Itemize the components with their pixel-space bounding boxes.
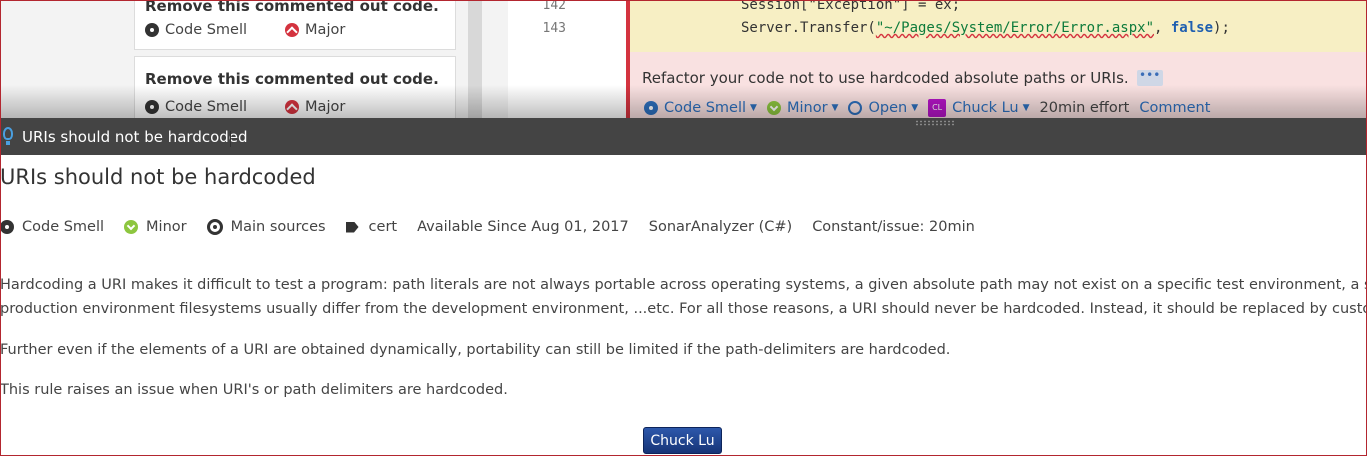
type-dropdown[interactable]: Code Smell ▼ (644, 100, 757, 116)
issue-severity: Major (305, 99, 346, 115)
rule-title: URIs should not be hardcoded (0, 165, 316, 189)
inline-issue-message[interactable]: Refactor your code not to use hardcoded … (642, 69, 1129, 87)
rule-repository: SonarAnalyzer (C#) (648, 219, 793, 235)
major-severity-icon (285, 23, 300, 37)
rule-panel-header: URIs should not be hardcoded (0, 118, 1367, 155)
issue-type: Code Smell (165, 99, 248, 115)
rule-tag: cert (345, 219, 398, 235)
status-dropdown[interactable]: Open ▼ (848, 100, 918, 116)
resize-handle[interactable] (915, 120, 955, 126)
issues-list: Remove this commented out code. Code Sme… (0, 0, 468, 118)
inline-issue: Refactor your code not to use hardcoded … (626, 52, 1367, 118)
type-label: Code Smell (664, 100, 747, 116)
code-viewer: 142 143 Session["Exception"] = ex; Serve… (508, 0, 1367, 118)
caret-down-icon: ▼ (1022, 103, 1030, 113)
inline-issue-message-row: Refactor your code not to use hardcoded … (642, 69, 1163, 87)
code-smell-icon (145, 23, 159, 37)
rule-scope-label: Main sources (230, 219, 326, 235)
rule-severity-label: Minor (146, 219, 187, 235)
comment-link[interactable]: Comment (1139, 100, 1210, 116)
assignee-dropdown[interactable]: CL Chuck Lu ▼ (928, 99, 1030, 117)
minor-severity-icon (766, 101, 781, 115)
issue-type: Code Smell (165, 22, 248, 38)
major-severity-icon (285, 100, 300, 114)
rule-type: Code Smell (0, 219, 104, 235)
issue-message: Remove this commented out code. (145, 0, 439, 15)
text-cursor-icon (230, 131, 233, 147)
rule-description-paragraph: This rule raises an issue when URI's or … (0, 382, 508, 398)
more-button[interactable]: ••• (1136, 69, 1163, 86)
code-token: Server.Transfer( (741, 20, 876, 36)
open-status-icon (848, 101, 863, 115)
target-icon (206, 219, 223, 235)
code-string: "~/Pages/System/Error/Error.aspx" (875, 20, 1155, 36)
issue-meta: Code Smell Major (145, 99, 345, 115)
severity-label: Minor (786, 100, 828, 116)
inline-issue-actions: Code Smell ▼ Minor ▼ Open ▼ CL Chuck Lu ▼ 20… (644, 99, 1210, 117)
rule-description-paragraph: Further even if the elements of a URI ar… (0, 342, 951, 358)
lightbulb-icon (3, 127, 13, 145)
rule-severity: Minor (124, 219, 187, 235)
code-keyword: false (1170, 20, 1214, 36)
rule-available-since: Available Since Aug 01, 2017 (417, 219, 629, 235)
background-code-viewer: Remove this commented out code. Code Sme… (0, 0, 1367, 118)
gutter (482, 0, 509, 118)
effort-label: 20min effort (1039, 100, 1130, 116)
issue-card[interactable]: Remove this commented out code. Code Sme… (134, 0, 456, 50)
minor-severity-icon (124, 220, 139, 234)
code-line: Session["Exception"] = ex; (741, 0, 961, 13)
caret-down-icon: ▼ (831, 103, 839, 113)
issue-severity: Major (305, 22, 346, 38)
assignee-label: Chuck Lu (952, 100, 1019, 116)
caret-down-icon: ▼ (911, 103, 919, 113)
tag-icon (345, 221, 359, 233)
code-line: Server.Transfer("~/Pages/System/Error/Er… (741, 20, 1230, 36)
code-token: , (1154, 20, 1171, 36)
issue-meta: Code Smell Major (145, 22, 345, 38)
code-smell-icon (0, 220, 14, 234)
rule-panel-title: URIs should not be hardcoded (22, 128, 248, 146)
line-number[interactable]: 142 (508, 0, 566, 13)
severity-dropdown[interactable]: Minor ▼ (766, 100, 839, 116)
rule-meta: Code Smell Minor Main sources cert Avail… (0, 219, 995, 235)
avatar: CL (928, 99, 947, 117)
rule-description-line: Hardcoding a URI makes it difficult to t… (0, 277, 1367, 293)
rule-tag-label: cert (368, 219, 398, 235)
rule-description-line: production environment filesystems usual… (0, 301, 1367, 317)
line-number[interactable]: 143 (508, 21, 566, 36)
user-overlay-button[interactable]: Chuck Lu (643, 427, 722, 454)
caret-down-icon: ▼ (750, 103, 757, 113)
issue-card[interactable]: Remove this commented out code. Code Sme… (134, 56, 456, 118)
rule-type-label: Code Smell (22, 219, 105, 235)
rule-scope: Main sources (206, 219, 326, 235)
code-smell-icon (145, 100, 159, 114)
code-token: ); (1213, 20, 1230, 36)
code-smell-icon (644, 101, 658, 115)
status-label: Open (868, 100, 908, 116)
scrollbar[interactable] (468, 0, 482, 118)
issue-message: Remove this commented out code. (145, 70, 439, 88)
rule-remediation: Constant/issue: 20min (812, 219, 975, 235)
